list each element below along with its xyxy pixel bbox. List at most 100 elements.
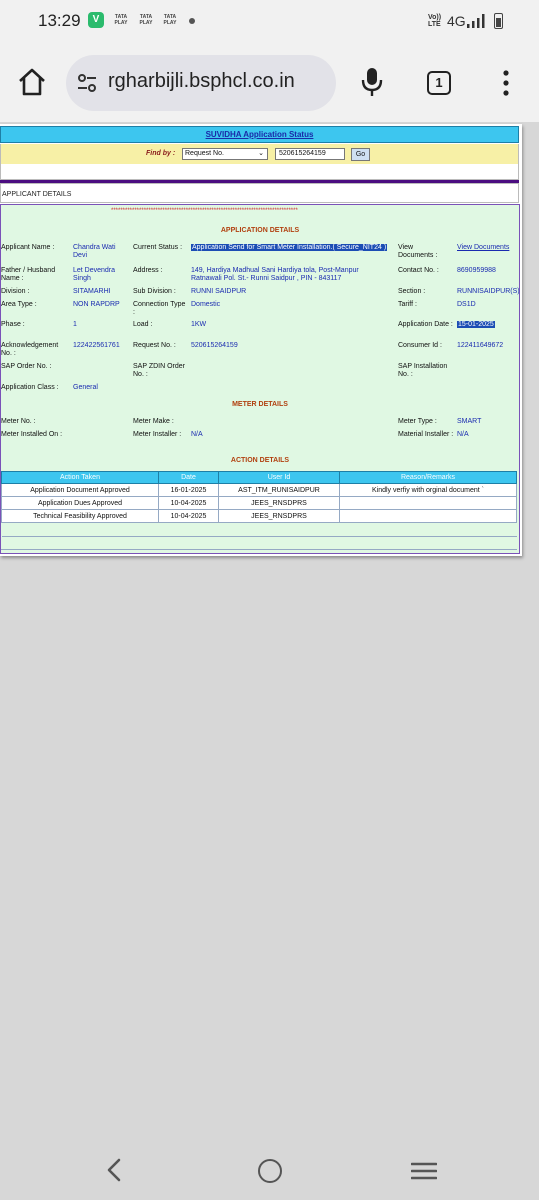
notification-dot-icon: [189, 18, 195, 24]
network-type: 4G: [447, 13, 466, 29]
material-installer: N/A: [457, 431, 469, 438]
find-by-value: Request No.: [185, 150, 224, 157]
table-cell: [339, 509, 517, 523]
current-status-label: Current Status :: [133, 244, 183, 251]
sap-order-label: SAP Order No. :: [1, 363, 52, 370]
meter-no-label: Meter No. :: [1, 418, 36, 425]
table-row: Application Dues Approved 10-04-2025 JEE…: [1, 496, 517, 510]
meter-type: SMART: [457, 418, 482, 425]
search-input[interactable]: 520615264159: [275, 148, 345, 160]
division: SITAMARHI: [73, 288, 111, 295]
table-cell: 16-01-2025: [158, 483, 219, 497]
action-table: Action Taken Date User Id Reason/Remarks…: [1, 471, 517, 537]
col-date: Date: [158, 471, 219, 484]
applicant-details-tab[interactable]: APPLICANT DETAILS: [0, 183, 519, 203]
application-date: 15-01-2025: [457, 321, 495, 328]
load: 1KW: [191, 321, 207, 328]
status-bar: 13:29 V TATA PLAY TATA PLAY TATA PLAY Vo…: [0, 0, 539, 44]
connection-type: Domestic: [191, 301, 221, 308]
request-label: Request No. :: [133, 342, 176, 349]
consumer-label: Consumer Id :: [398, 342, 442, 349]
status-card: SUVIDHA Application Status Find by : Req…: [0, 124, 522, 556]
application-class: General: [73, 384, 98, 391]
connection-type-label: Connection Type :: [133, 301, 186, 316]
ack-number: 122422561761: [73, 342, 120, 349]
address-bar[interactable]: rgharbijli.bsphcl.co.in: [66, 55, 336, 111]
table-row: Technical Feasibility Approved 10-04-202…: [1, 509, 517, 523]
page-title[interactable]: SUVIDHA Application Status: [1, 130, 518, 139]
blank-row: [0, 164, 519, 180]
applicant-name: Chandra Wati Devi: [73, 244, 116, 259]
table-row-empty: [1, 522, 517, 537]
web-page: SUVIDHA Application Status Find by : Req…: [0, 122, 539, 1152]
meter-installer-label: Meter Installer :: [133, 431, 182, 438]
meter-installed-on-label: Meter Installed On :: [1, 431, 63, 438]
battery-icon: [494, 13, 503, 29]
meter-make-label: Meter Make :: [133, 418, 174, 425]
volte-icon: Vo)) LTE: [428, 14, 442, 28]
table-cell: 10-04-2025: [158, 509, 219, 523]
find-row: Find by : Request No. ⌄ 520615264159 Go: [0, 144, 519, 164]
view-documents-label: View Documents :: [398, 244, 438, 259]
details-panel: ****************************************…: [0, 204, 520, 554]
action-details-title: ACTION DETAILS: [230, 457, 290, 464]
table-cell: AST_ITM_RUNISAIDPUR: [218, 483, 340, 497]
home-icon[interactable]: [16, 66, 48, 98]
menu-icon[interactable]: [500, 69, 512, 97]
sap-zdin-label: SAP ZDIN Order No. :: [133, 363, 185, 378]
recents-icon[interactable]: [411, 1161, 437, 1181]
home-circle-icon[interactable]: [258, 1159, 282, 1183]
table-cell: JEES_RNSDPRS: [218, 496, 340, 510]
mic-icon[interactable]: [357, 66, 387, 98]
tariff: DS1D: [457, 301, 476, 308]
father-label: Father / Husband Name :: [1, 267, 56, 282]
contact: 8690959988: [457, 267, 496, 274]
find-by-label: Find by :: [146, 150, 176, 157]
stars-divider: ****************************************…: [111, 208, 298, 214]
go-button[interactable]: Go: [351, 148, 370, 161]
tataplay-icon: TATA PLAY: [139, 14, 153, 26]
division-label: Division :: [1, 288, 30, 295]
applicant-details-label: APPLICANT DETAILS: [2, 191, 72, 198]
consumer-id: 122411649672: [457, 342, 504, 349]
chevron-down-icon: ⌄: [258, 150, 264, 157]
table-cell: [339, 496, 517, 510]
contact-label: Contact No. :: [398, 267, 439, 274]
table-cell: JEES_RNSDPRS: [218, 509, 340, 523]
view-documents-link[interactable]: View Documents: [457, 244, 509, 252]
current-status: Application Send for Smart Meter Install…: [191, 244, 388, 251]
tabs-icon[interactable]: 1: [427, 71, 451, 95]
table-cell: Kindly verfiy with orginal document `: [339, 483, 517, 497]
application-date-label: Application Date :: [398, 321, 453, 328]
subdivision-label: Sub Division :: [133, 288, 176, 295]
find-by-select[interactable]: Request No. ⌄: [182, 148, 268, 160]
tataplay-icon: TATA PLAY: [114, 14, 128, 26]
area-type-label: Area Type :: [1, 301, 37, 308]
application-details-title: APPLICATION DETAILS: [220, 227, 300, 234]
ack-label: Acknowledgement No. :: [1, 342, 59, 357]
tariff-label: Tariff :: [398, 301, 417, 308]
address: 149, Hardiya Madhual Sani Hardiya tola, …: [191, 267, 359, 282]
browser-toolbar: rgharbijli.bsphcl.co.in 1: [0, 44, 539, 122]
table-cell: Technical Feasibility Approved: [1, 509, 159, 523]
subdivision: RUNNI SAIDPUR: [191, 288, 247, 295]
meter-installer: N/A: [191, 431, 203, 438]
col-user-id: User Id: [218, 471, 340, 484]
site-settings-icon[interactable]: [76, 72, 98, 94]
area-type: NON RAPDRP: [73, 301, 120, 308]
back-icon[interactable]: [104, 1158, 124, 1182]
load-label: Load :: [133, 321, 153, 328]
meter-details-title: METER DETAILS: [232, 401, 288, 408]
father-name: Let Devendra Singh: [73, 267, 116, 282]
table-cell: Application Dues Approved: [1, 496, 159, 510]
meter-type-label: Meter Type :: [398, 418, 437, 425]
tataplay-icon: TATA PLAY: [163, 14, 177, 26]
section: RUNNISAIDPUR(S): [457, 288, 520, 295]
col-reason: Reason/Remarks: [339, 471, 517, 484]
request-number: 520615264159: [191, 342, 238, 349]
table-row: Application Document Approved 16-01-2025…: [1, 483, 517, 497]
section-label: Section :: [398, 288, 426, 295]
system-navbar: [0, 1142, 539, 1200]
url-text[interactable]: rgharbijli.bsphcl.co.in: [108, 70, 330, 93]
application-class-label: Application Class :: [1, 384, 59, 391]
